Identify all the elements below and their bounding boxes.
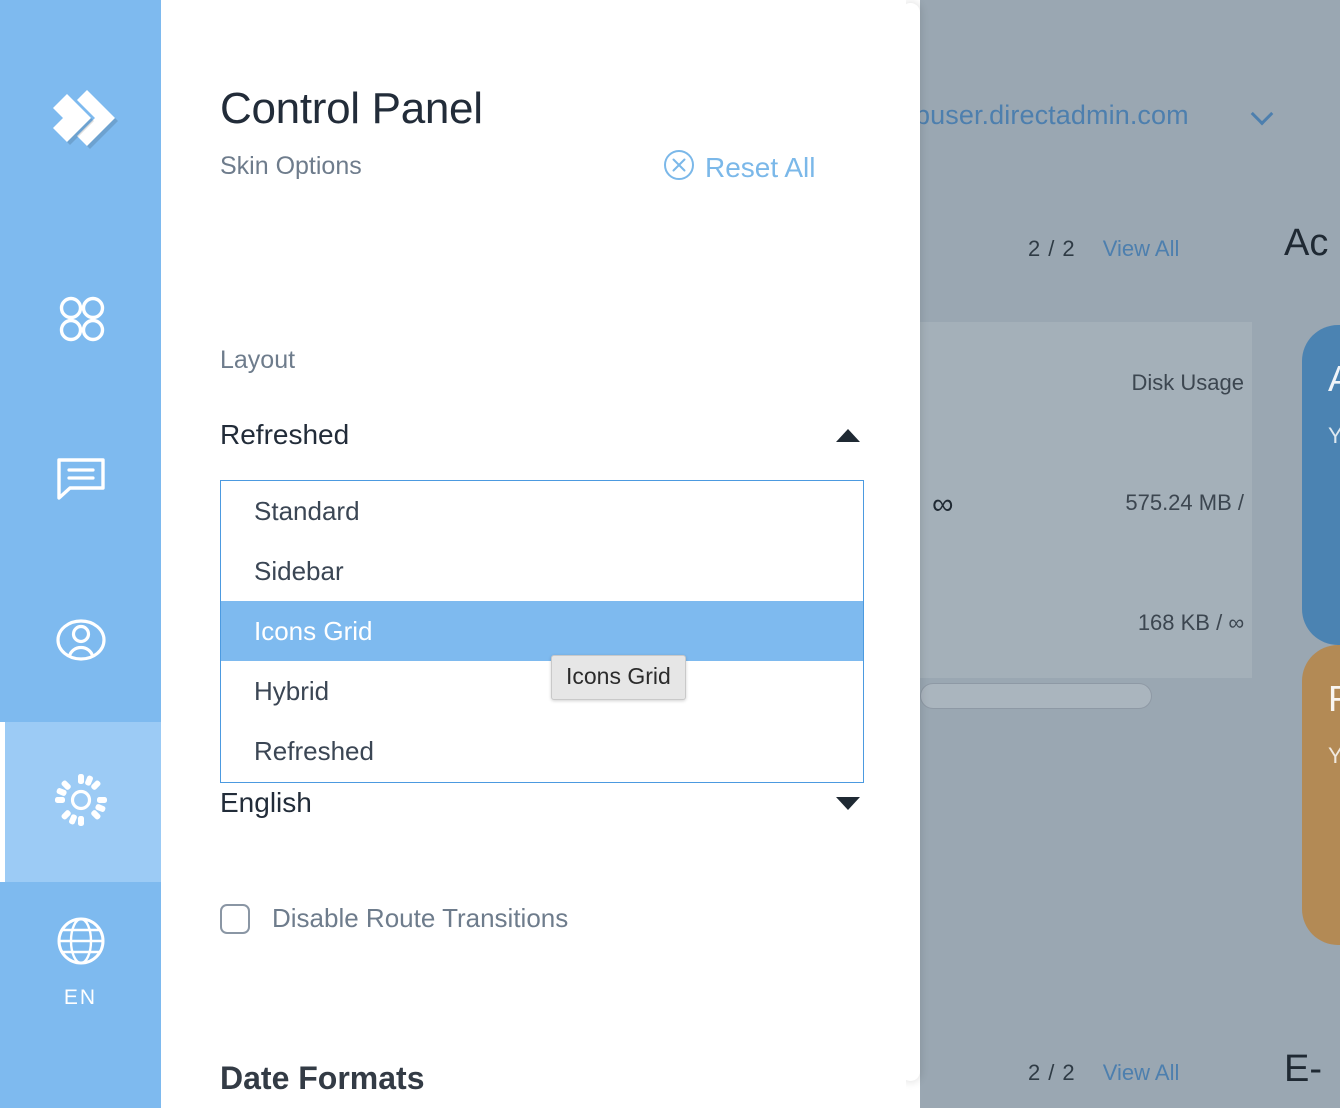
- view-all-link-top[interactable]: View All: [1103, 236, 1180, 261]
- layout-field-label: Layout: [220, 346, 296, 374]
- layout-option-hybrid[interactable]: Hybrid: [221, 661, 863, 721]
- reset-all-button[interactable]: Reset All: [662, 148, 816, 187]
- backdrop-card-brown-text: Y p: [1328, 742, 1340, 768]
- globe-icon: [55, 915, 107, 972]
- layout-option-standard[interactable]: Standard: [221, 481, 863, 541]
- backdrop-progress-bar: [920, 683, 1152, 709]
- backdrop-domain-label: buser.directadmin.com: [920, 100, 1189, 130]
- layout-option-icons-grid[interactable]: Icons Grid: [221, 601, 863, 661]
- backdrop-heading-account: Ac: [1284, 222, 1329, 264]
- reset-all-label: Reset All: [705, 151, 816, 183]
- page-subtitle: Skin Options: [220, 152, 362, 180]
- backdrop-stats-panel: Disk Usage ∞ 575.24 MB / 168 KB / ∞: [920, 322, 1252, 678]
- directadmin-logo-icon[interactable]: [0, 0, 161, 240]
- disk-usage-label: Disk Usage: [1131, 370, 1244, 395]
- pager-current: 2: [1028, 236, 1041, 261]
- layout-option-label: Standard: [254, 495, 360, 526]
- layout-options-dropdown[interactable]: Standard Sidebar Icons Grid Hybrid Refre…: [220, 480, 864, 783]
- dimmed-backdrop: buser.directadmin.com 2 / 2 View All Ac Di…: [920, 0, 1340, 1108]
- layout-option-tooltip: Icons Grid: [551, 655, 686, 700]
- icon-sidebar: EN: [0, 0, 161, 1108]
- layout-select-value: Refreshed: [220, 419, 350, 450]
- date-formats-heading: Date Formats: [220, 1060, 425, 1096]
- caret-up-icon: [836, 428, 860, 442]
- pager-total: 2: [1062, 236, 1075, 261]
- layout-option-refreshed[interactable]: Refreshed: [221, 721, 863, 781]
- app-root: buser.directadmin.com 2 / 2 View All Ac Di…: [0, 0, 1340, 1108]
- chat-icon: [54, 452, 108, 509]
- backdrop-heading-email: E-: [1284, 1048, 1322, 1090]
- sidebar-language-label: EN: [63, 985, 98, 1009]
- pager-separator: /: [1048, 1060, 1055, 1085]
- layout-option-label: Sidebar: [254, 555, 344, 586]
- sidebar-item-apps[interactable]: [0, 240, 161, 400]
- sidebar-item-language[interactable]: EN: [0, 882, 161, 1042]
- backdrop-card-blue-title: A: [1328, 359, 1340, 399]
- user-icon: [54, 613, 108, 672]
- sidebar-item-settings[interactable]: [0, 722, 161, 882]
- skin-options-panel: Control Panel Skin Options Reset All Lay…: [161, 0, 906, 1108]
- disable-route-transitions-row[interactable]: Disable Route Transitions: [220, 903, 568, 934]
- sidebar-item-messages[interactable]: [0, 400, 161, 560]
- layout-option-label: Refreshed: [254, 735, 374, 766]
- secondary-usage-value: 168 KB / ∞: [1137, 610, 1244, 635]
- disable-route-transitions-checkbox[interactable]: [220, 903, 250, 934]
- caret-down-icon: [836, 796, 860, 810]
- chevron-down-icon: [1252, 104, 1274, 126]
- language-select[interactable]: English: [220, 780, 864, 826]
- disk-usage-value: 575.24 MB /: [1125, 490, 1244, 515]
- page-title: Control Panel: [220, 84, 483, 133]
- backdrop-card-blue-text: Y b C: [1328, 422, 1340, 448]
- pager-total: 2: [1062, 1060, 1075, 1085]
- backdrop-pager-top: 2 / 2 View All: [1028, 236, 1179, 262]
- pager-separator: /: [1048, 236, 1055, 261]
- pager-current: 2: [1028, 1060, 1041, 1085]
- gear-icon: [53, 772, 109, 833]
- sidebar-item-account[interactable]: [0, 562, 161, 722]
- backdrop-card-blue: A Y b C: [1302, 325, 1340, 645]
- language-select-value: English: [220, 787, 312, 818]
- view-all-link-bottom[interactable]: View All: [1103, 1060, 1180, 1085]
- close-circle-icon: [662, 148, 696, 187]
- backdrop-card-brown-title: F: [1328, 678, 1340, 719]
- disable-route-transitions-label: Disable Route Transitions: [272, 903, 569, 933]
- backdrop-card-brown: F Y p: [1302, 645, 1340, 945]
- layout-option-label: Icons Grid: [254, 615, 373, 646]
- layout-option-label: Hybrid: [254, 675, 330, 706]
- bandwidth-infinity-symbol: ∞: [932, 488, 954, 521]
- backdrop-pager-bottom: 2 / 2 View All: [1028, 1060, 1179, 1086]
- layout-select[interactable]: Refreshed: [220, 412, 864, 458]
- apps-grid-icon: [55, 292, 107, 349]
- layout-option-sidebar[interactable]: Sidebar: [221, 541, 863, 601]
